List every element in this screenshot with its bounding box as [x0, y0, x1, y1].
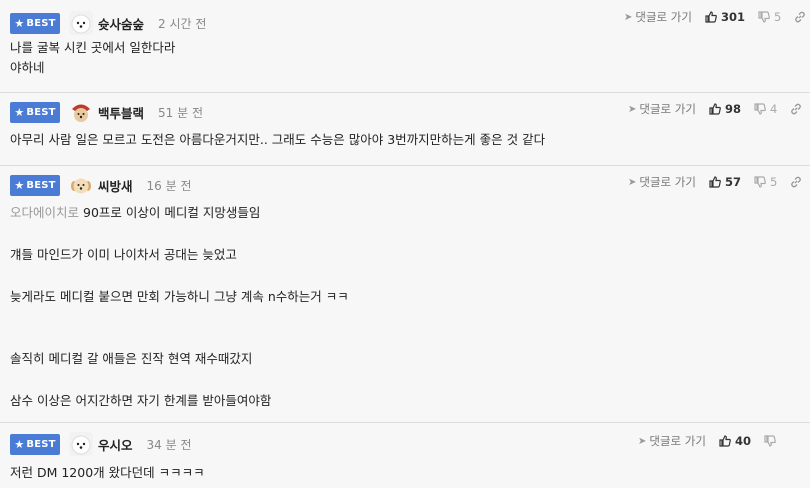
avatar[interactable]: [69, 173, 93, 197]
reply-link[interactable]: ➤ 댓글로 가기: [624, 9, 692, 25]
comment-text-line: 야하네: [10, 60, 45, 75]
comment-text-line: 아무리 사람 일은 모르고 도전은 아름다운거지만.. 그래도 수능은 많아야 …: [10, 132, 546, 147]
star-icon: ★: [14, 105, 25, 119]
timestamp: 34 분 전: [146, 437, 192, 452]
link-icon[interactable]: [790, 176, 802, 188]
comment-text-line: 걔들 마인드가 이미 나이차서 공대는 늦었고: [10, 247, 237, 262]
send-icon: ➤: [624, 11, 633, 23]
dislike-button[interactable]: 4: [754, 102, 777, 116]
link-icon[interactable]: [794, 11, 806, 23]
like-button[interactable]: 40: [719, 434, 751, 448]
mention-link[interactable]: 오다에이치로: [10, 205, 79, 220]
comment-item: ★ BEST 백투블랙 51 분 전 ➤ 댓글로 가기 98 4 아무리 사람 일은…: [0, 93, 810, 166]
comment-text-line: 삼수 이상은 어지간하면 자기 한계를 받아들여야함: [10, 393, 272, 408]
thumbs-down-icon: [754, 176, 766, 188]
star-icon: ★: [14, 178, 25, 192]
thumbs-up-icon: [709, 103, 721, 115]
nickname[interactable]: 슛사숨숲: [98, 14, 144, 33]
dislike-button[interactable]: 5: [754, 175, 777, 189]
star-icon: ★: [14, 437, 25, 451]
best-badge: ★ BEST: [10, 101, 60, 123]
comment-text-line: 90프로 이상이 메디컬 지망생들임: [83, 205, 261, 220]
timestamp: 16 분 전: [146, 178, 192, 193]
like-button[interactable]: 301: [705, 10, 745, 24]
avatar[interactable]: [69, 432, 93, 456]
reply-link[interactable]: ➤ 댓글로 가기: [628, 101, 696, 117]
timestamp: 51 분 전: [158, 105, 203, 120]
comment-item: ★ BEST 슛사숨숲 2 시간 전 ➤ 댓글로 가기 301 5 나를 굴복 시킨…: [0, 0, 810, 93]
avatar[interactable]: [69, 11, 93, 35]
best-badge: ★ BEST: [10, 174, 60, 196]
thumbs-up-icon: [709, 176, 721, 188]
reply-link[interactable]: ➤ 댓글로 가기: [628, 174, 696, 190]
send-icon: ➤: [628, 103, 637, 115]
comment-text-line: 늦게라도 메디컬 붙으면 만회 가능하니 그냥 계속 n수하는거 ㅋㅋ: [10, 289, 349, 304]
comment-text-line: 솔직히 메디컬 갈 애들은 진작 현역 재수때갔지: [10, 351, 253, 366]
thumbs-down-icon: [754, 103, 766, 115]
comment-item: ★ BEST 씨방새 16 분 전 ➤ 댓글로 가기 57 5 오다에이치로 90프…: [0, 166, 810, 423]
reply-link[interactable]: ➤ 댓글로 가기: [638, 433, 706, 449]
timestamp: 2 시간 전: [158, 16, 207, 31]
like-button[interactable]: 57: [709, 175, 741, 189]
send-icon: ➤: [638, 435, 647, 447]
thumbs-up-icon: [705, 11, 717, 23]
like-button[interactable]: 98: [709, 102, 741, 116]
nickname[interactable]: 우시오: [98, 435, 133, 454]
thumbs-down-icon: [758, 11, 770, 23]
best-badge: ★ BEST: [10, 12, 60, 34]
dislike-button[interactable]: 5: [758, 10, 781, 24]
dislike-button[interactable]: [764, 435, 780, 447]
star-icon: ★: [14, 16, 25, 30]
avatar[interactable]: [69, 100, 93, 124]
best-badge: ★ BEST: [10, 433, 60, 455]
send-icon: ➤: [628, 176, 637, 188]
thumbs-up-icon: [719, 435, 731, 447]
nickname[interactable]: 씨방새: [98, 176, 133, 195]
comment-item: ★ BEST 우시오 34 분 전 ➤ 댓글로 가기 40 저런 DM 1200개 …: [0, 423, 810, 488]
nickname[interactable]: 백투블랙: [98, 103, 144, 122]
link-icon[interactable]: [790, 103, 802, 115]
thumbs-down-icon: [764, 435, 776, 447]
comment-text-line: 저런 DM 1200개 왔다던데 ㅋㅋㅋㅋ: [10, 465, 205, 480]
comment-text-line: 나를 굴복 시킨 곳에서 일한다라: [10, 40, 176, 55]
